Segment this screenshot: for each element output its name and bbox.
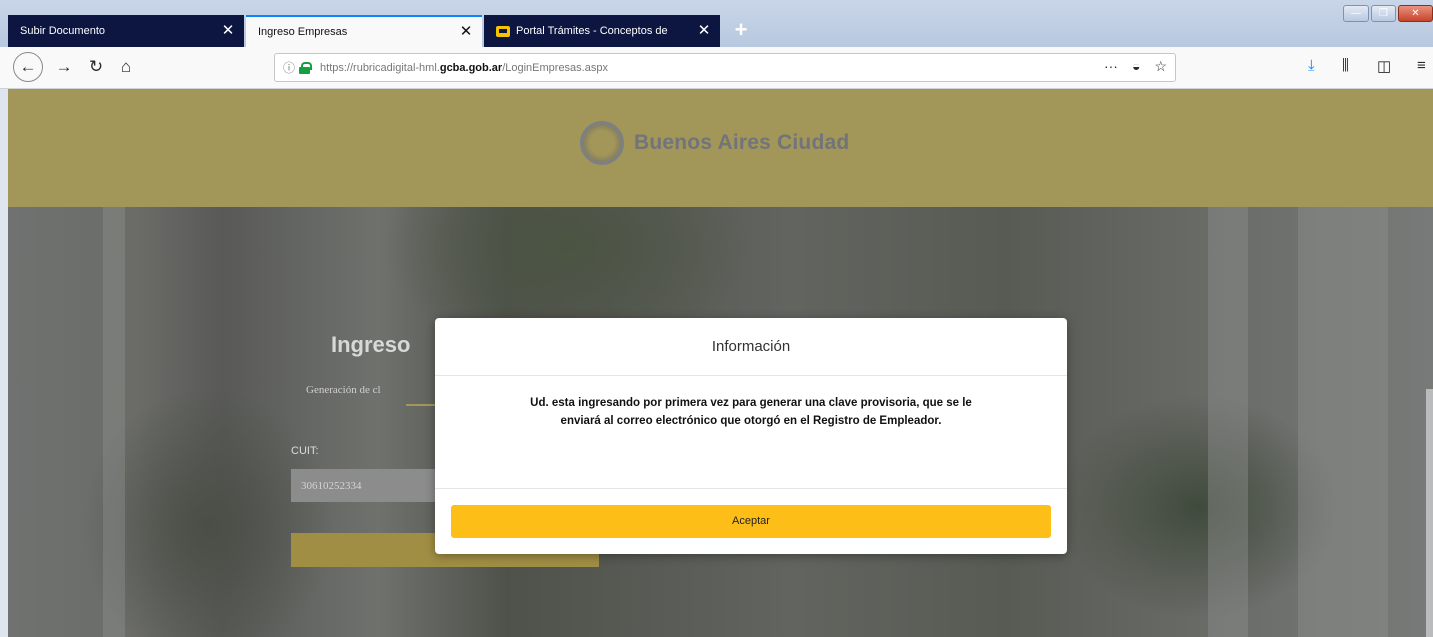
close-icon[interactable]: ✕ bbox=[220, 23, 236, 39]
back-arrow-icon[interactable]: ← bbox=[13, 52, 43, 82]
window-close-button[interactable]: ✕ bbox=[1398, 5, 1433, 22]
address-bar[interactable]: ⓘ https://rubricadigital-hml. gcba.gob.ar… bbox=[274, 53, 1176, 82]
url-path: /LoginEmpresas.aspx bbox=[502, 61, 608, 74]
tab-subir-documento[interactable]: Subir Documento ✕ bbox=[8, 15, 244, 47]
download-icon[interactable]: ⤓ bbox=[1308, 57, 1315, 74]
cuit-input[interactable] bbox=[291, 469, 437, 502]
modal-footer: Aceptar bbox=[435, 488, 1067, 554]
tab-label: Ingreso Empresas bbox=[258, 26, 348, 38]
tab-label: Portal Trámites - Conceptos de bbox=[516, 25, 668, 37]
tab-label: Subir Documento bbox=[20, 25, 105, 37]
forward-arrow-icon[interactable]: → bbox=[52, 55, 76, 79]
modal-title: Información bbox=[435, 318, 1067, 376]
site-logo[interactable]: Buenos Aires Ciudad bbox=[580, 121, 849, 165]
tab-ingreso-empresas[interactable]: Ingreso Empresas ✕ bbox=[246, 15, 482, 47]
accept-button[interactable]: Aceptar bbox=[451, 505, 1051, 538]
hamburger-menu-icon[interactable]: ≡ bbox=[1417, 57, 1426, 74]
site-header: Buenos Aires Ciudad bbox=[8, 89, 1433, 207]
close-icon[interactable]: ✕ bbox=[696, 23, 712, 39]
pocket-icon[interactable]: ◒ bbox=[1132, 58, 1140, 75]
maximize-button[interactable]: ❐ bbox=[1371, 5, 1396, 22]
tab-strip: Subir Documento ✕ Ingreso Empresas ✕ Por… bbox=[0, 0, 1433, 47]
info-modal: Información Ud. esta ingresando por prim… bbox=[435, 318, 1067, 554]
site-info-icon[interactable]: ⓘ bbox=[283, 59, 295, 76]
window-close-icon: ✕ bbox=[1411, 8, 1420, 19]
portal-favicon-icon bbox=[496, 25, 510, 37]
cuit-label: CUIT: bbox=[291, 445, 319, 457]
minimize-icon: — bbox=[1351, 8, 1361, 19]
lock-icon[interactable] bbox=[299, 61, 313, 74]
url-prefix: https://rubricadigital-hml. bbox=[320, 61, 440, 74]
modal-message: Ud. esta ingresando por primera vez para… bbox=[455, 394, 1047, 430]
close-icon[interactable]: ✕ bbox=[458, 24, 474, 40]
tab-portal-tramites[interactable]: Portal Trámites - Conceptos de ✕ bbox=[484, 15, 720, 47]
more-icon[interactable]: ··· bbox=[1104, 58, 1118, 75]
modal-message-line: Ud. esta ingresando por primera vez para… bbox=[530, 397, 972, 409]
modal-message-line: enviará al correo electrónico que otorgó… bbox=[560, 415, 942, 427]
minimize-button[interactable]: — bbox=[1343, 5, 1369, 22]
library-icon[interactable]: ⫼ bbox=[1342, 57, 1349, 74]
login-title: Ingreso bbox=[331, 332, 411, 357]
background-stripe bbox=[1208, 207, 1248, 637]
city-seal-icon bbox=[580, 121, 624, 165]
background-stripe bbox=[1298, 207, 1388, 637]
reload-icon[interactable]: ↻ bbox=[84, 55, 108, 79]
login-subtitle: Generación de cl bbox=[306, 384, 381, 396]
sidebar-icon[interactable]: ◫ bbox=[1377, 57, 1391, 75]
new-tab-button[interactable]: + bbox=[729, 19, 753, 43]
home-icon[interactable]: ⌂ bbox=[114, 55, 138, 79]
subtitle-underline bbox=[406, 404, 436, 406]
url-host: gcba.gob.ar bbox=[439, 61, 503, 74]
maximize-icon: ❐ bbox=[1379, 8, 1388, 19]
brand-name: Buenos Aires Ciudad bbox=[634, 131, 850, 154]
star-icon[interactable]: ☆ bbox=[1154, 58, 1167, 75]
background-stripe bbox=[103, 207, 125, 637]
scrollbar[interactable] bbox=[1426, 389, 1433, 637]
page-content: Buenos Aires Ciudad Ingreso Generación d… bbox=[0, 89, 1433, 637]
navigation-toolbar: ← → ↻ ⌂ ⓘ https://rubricadigital-hml. gcb… bbox=[0, 47, 1433, 89]
